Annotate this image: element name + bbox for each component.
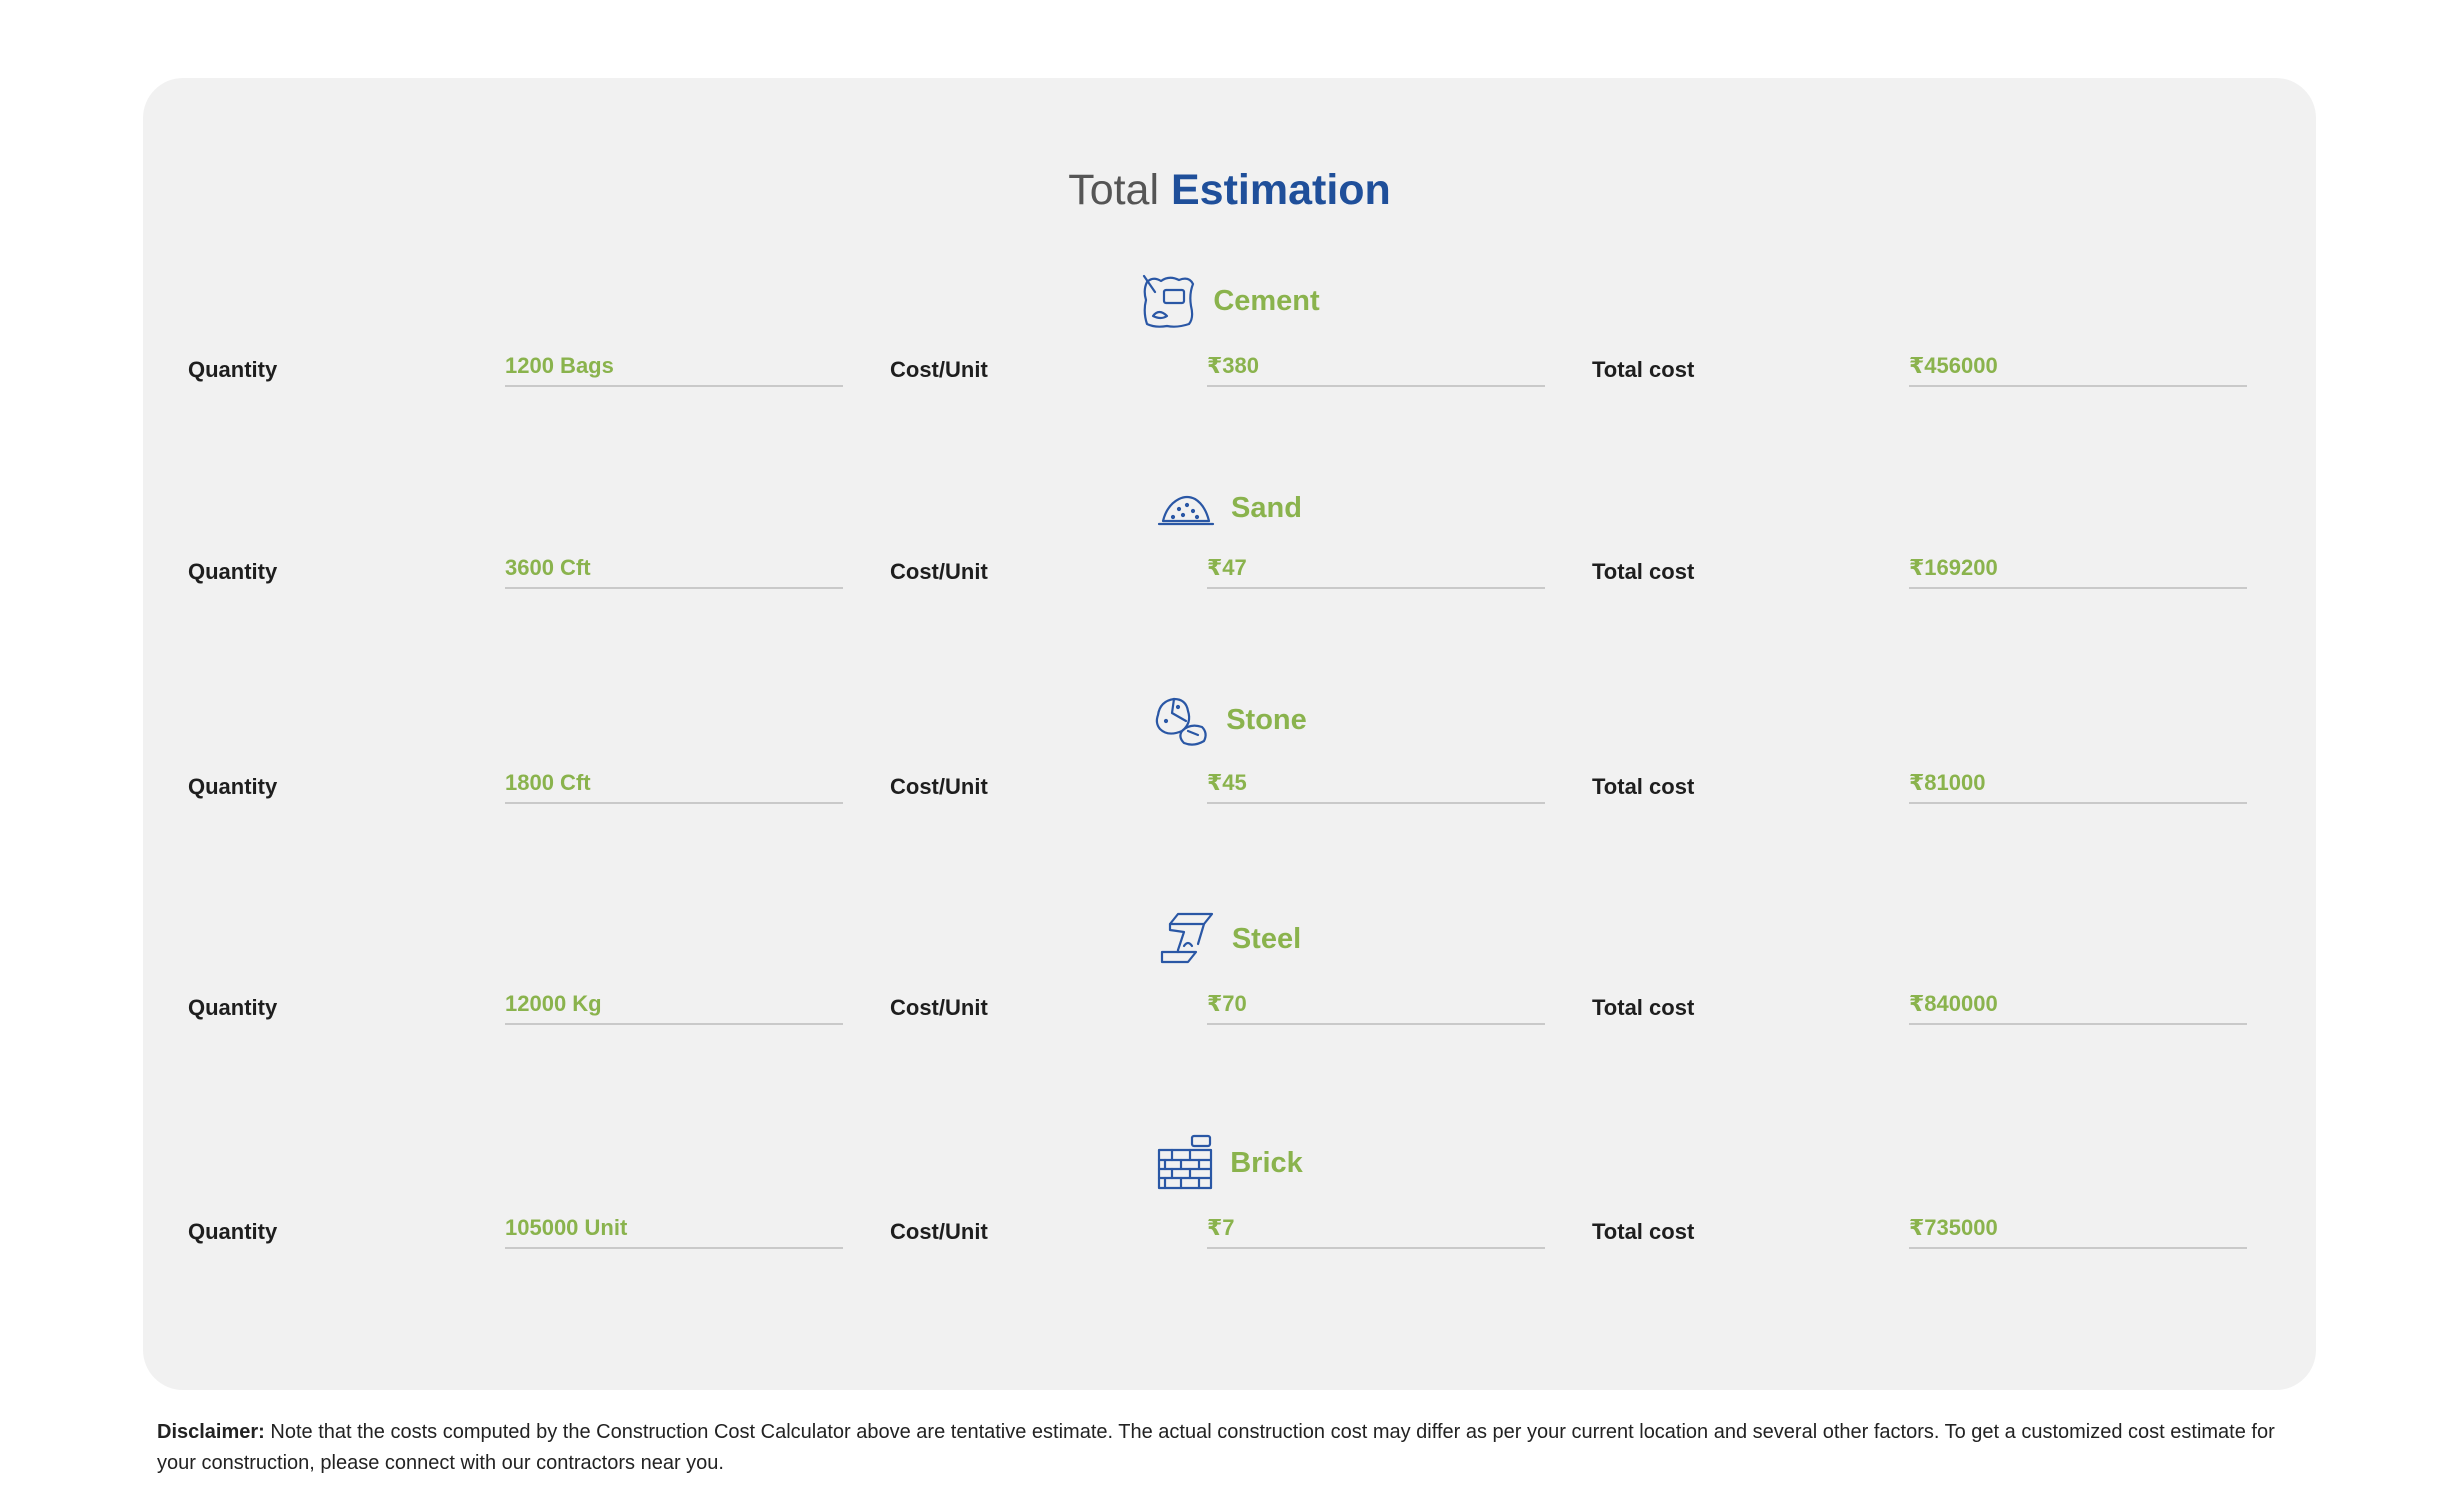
material-row: Quantity 1200 Bags Cost/Unit ₹380 Total … bbox=[143, 351, 2316, 391]
cost-per-unit-label: Cost/Unit bbox=[890, 1219, 988, 1244]
cost-per-unit-label: Cost/Unit bbox=[890, 559, 988, 584]
material-row: Quantity 105000 Unit Cost/Unit ₹7 Total … bbox=[143, 1213, 2316, 1253]
total-cost-field[interactable]: ₹169200 bbox=[1909, 553, 2247, 589]
stone-icon bbox=[1152, 691, 1210, 749]
disclaimer-label: Disclaimer: bbox=[157, 1421, 265, 1443]
material-header: Sand bbox=[143, 476, 2316, 540]
cost-per-unit-field[interactable]: ₹70 bbox=[1207, 989, 1545, 1025]
cost-per-unit-field[interactable]: ₹7 bbox=[1207, 1213, 1545, 1249]
quantity-field[interactable]: 105000 Unit bbox=[505, 1213, 843, 1249]
total-cost-label: Total cost bbox=[1592, 774, 1695, 799]
total-cost-field[interactable]: ₹735000 bbox=[1909, 1213, 2247, 1249]
total-cost-label: Total cost bbox=[1592, 995, 1695, 1020]
material-header: Brick bbox=[143, 1131, 2316, 1195]
quantity-label: Quantity bbox=[188, 995, 278, 1020]
total-cost-field[interactable]: ₹840000 bbox=[1909, 989, 2247, 1025]
brick-wall-icon bbox=[1156, 1134, 1214, 1192]
quantity-field[interactable]: 1200 Bags bbox=[505, 351, 843, 387]
cost-per-unit-label: Cost/Unit bbox=[890, 774, 988, 799]
cost-per-unit-field[interactable]: ₹47 bbox=[1207, 553, 1545, 589]
material-header: Cement bbox=[143, 269, 2316, 333]
material-name: Stone bbox=[1226, 703, 1307, 736]
cost-per-unit-label: Cost/Unit bbox=[890, 357, 988, 382]
material-name: Steel bbox=[1231, 922, 1302, 955]
cement-bag-icon bbox=[1139, 272, 1197, 330]
disclaimer: Disclaimer: Note that the costs computed… bbox=[157, 1417, 2307, 1479]
total-cost-field[interactable]: ₹456000 bbox=[1909, 351, 2247, 387]
material-header: Stone bbox=[143, 688, 2316, 752]
quantity-field[interactable]: 3600 Cft bbox=[505, 553, 843, 589]
material-name: Brick bbox=[1230, 1146, 1303, 1179]
material-row: Quantity 3600 Cft Cost/Unit ₹47 Total co… bbox=[143, 553, 2316, 593]
total-cost-field[interactable]: ₹81000 bbox=[1909, 768, 2247, 804]
material-row: Quantity 12000 Kg Cost/Unit ₹70 Total co… bbox=[143, 989, 2316, 1029]
title-highlight: Estimation bbox=[1170, 166, 1391, 214]
material-row: Quantity 1800 Cft Cost/Unit ₹45 Total co… bbox=[143, 768, 2316, 808]
page-title: Total Estimation bbox=[143, 163, 2316, 218]
cost-per-unit-label: Cost/Unit bbox=[890, 995, 988, 1020]
quantity-label: Quantity bbox=[188, 559, 278, 584]
quantity-field[interactable]: 1800 Cft bbox=[505, 768, 843, 804]
material-name: Cement bbox=[1213, 284, 1320, 317]
title-prefix: Total bbox=[1068, 166, 1160, 214]
disclaimer-text: Note that the costs computed by the Cons… bbox=[157, 1421, 2275, 1474]
quantity-field[interactable]: 12000 Kg bbox=[505, 989, 843, 1025]
cost-per-unit-field[interactable]: ₹380 bbox=[1207, 351, 1545, 387]
steel-beam-icon bbox=[1158, 910, 1216, 968]
quantity-label: Quantity bbox=[188, 774, 278, 799]
material-name: Sand bbox=[1231, 491, 1302, 524]
material-header: Steel bbox=[143, 907, 2316, 971]
cost-per-unit-field[interactable]: ₹45 bbox=[1207, 768, 1545, 804]
total-cost-label: Total cost bbox=[1592, 1219, 1695, 1244]
quantity-label: Quantity bbox=[188, 357, 278, 382]
sand-pile-icon bbox=[1157, 479, 1215, 537]
total-cost-label: Total cost bbox=[1592, 559, 1695, 584]
quantity-label: Quantity bbox=[188, 1219, 278, 1244]
estimation-card: Total Estimation Cement Quantity 1200 Ba… bbox=[143, 78, 2316, 1390]
total-cost-label: Total cost bbox=[1592, 357, 1695, 382]
